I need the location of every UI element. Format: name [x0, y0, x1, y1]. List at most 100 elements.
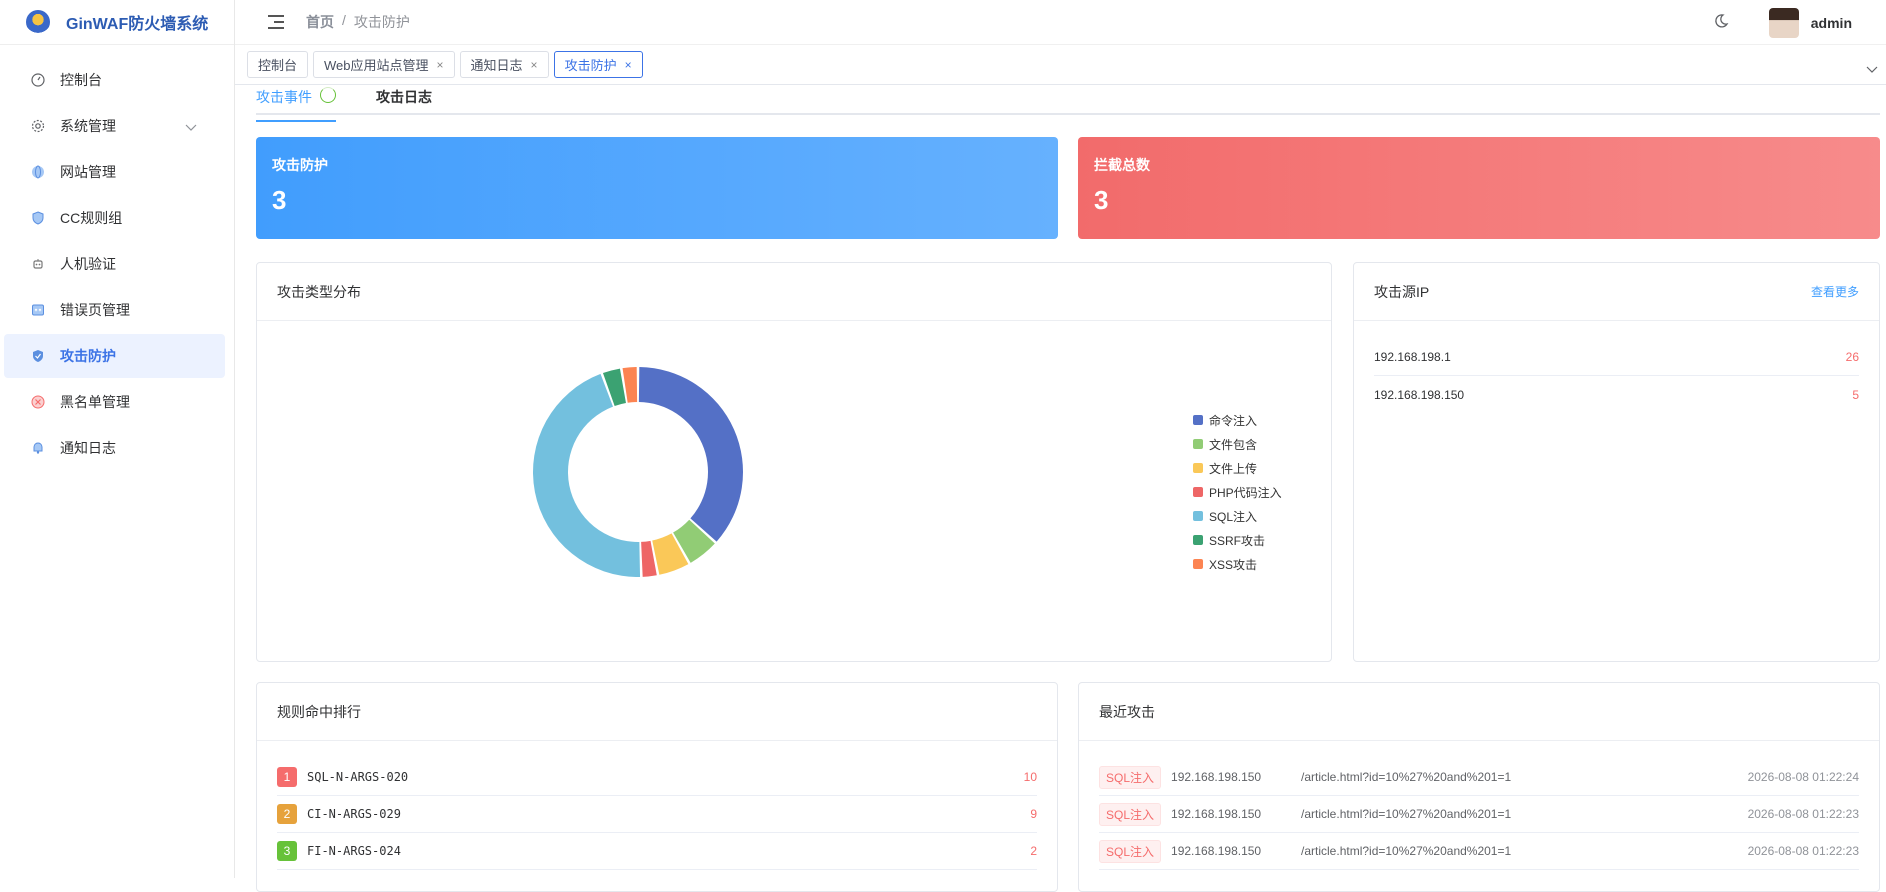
sidebar-item-error-pages[interactable]: 错误页管理 [4, 288, 225, 332]
pie-slice[interactable] [638, 367, 743, 542]
sidebar-item-system[interactable]: 系统管理 [4, 104, 225, 148]
card-title: 规则命中排行 [277, 703, 361, 720]
subtabs: 攻击事件 攻击日志 [256, 85, 1880, 122]
sidebar-item-notify-log[interactable]: 通知日志 [4, 426, 225, 470]
legend-label: XSS攻击 [1209, 557, 1258, 572]
sidebar-item-label: 控制台 [60, 72, 102, 88]
view-more-link[interactable]: 查看更多 [1811, 283, 1859, 300]
list-item[interactable]: 192.168.198.150 5 [1374, 376, 1859, 413]
breadcrumb-separator: / [342, 12, 346, 28]
rule-id: SQL-N-ARGS-020 [307, 770, 409, 784]
close-icon[interactable]: × [437, 58, 444, 72]
gear-icon [30, 118, 46, 134]
rule-id: CI-N-ARGS-029 [307, 807, 401, 821]
legend-item[interactable]: XSS攻击 [1193, 552, 1282, 576]
attack-time: 2026-08-08 01:22:23 [1747, 844, 1859, 858]
rank-badge: 2 [277, 804, 297, 824]
attack-ip: 192.168.198.150 [1171, 770, 1262, 784]
username[interactable]: admin [1811, 15, 1852, 31]
menu-toggle-icon[interactable] [268, 15, 284, 29]
sidebar-item-dashboard[interactable]: 控制台 [4, 58, 225, 102]
legend-label: 文件上传 [1209, 461, 1258, 476]
rule-count: 2 [1030, 844, 1037, 858]
stat-card-protection: 攻击防护 3 [256, 137, 1058, 239]
rule-count: 10 [1023, 770, 1037, 784]
list-item[interactable]: 192.168.198.1 26 [1374, 339, 1859, 376]
sidebar-item-captcha[interactable]: 人机验证 [4, 242, 225, 286]
legend-item[interactable]: 文件包含 [1193, 432, 1282, 456]
sidebar-menu: 控制台 系统管理 网站管理 CC规则组 人机验证 错误页管理 攻击防护 黑名单管… [0, 45, 234, 470]
ip-address: 192.168.198.150 [1374, 387, 1465, 402]
legend-item[interactable]: SSRF攻击 [1193, 528, 1282, 552]
stat-row: 攻击防护 3 拦截总数 3 [256, 137, 1880, 239]
sidebar-item-website[interactable]: 网站管理 [4, 150, 225, 194]
card-header: 攻击类型分布 [257, 263, 1331, 321]
legend-item[interactable]: 文件上传 [1193, 456, 1282, 480]
ip-count: 26 [1845, 350, 1859, 364]
header-right: admin [1713, 0, 1852, 45]
sidebar-item-label: 人机验证 [60, 256, 116, 272]
attack-url: /article.html?id=10%27%20and%201=1 [1301, 807, 1512, 821]
legend-swatch [1193, 463, 1203, 473]
sidebar-item-blacklist[interactable]: 黑名单管理 [4, 380, 225, 424]
app-title: GinWAF防火墙系统 [66, 16, 209, 33]
legend-item[interactable]: 命令注入 [1193, 408, 1282, 432]
rank-badge: 3 [277, 841, 297, 861]
sidebar-item-cc-rules[interactable]: CC规则组 [4, 196, 225, 240]
logo[interactable]: GinWAF防火墙系统 [0, 0, 234, 45]
attack-time: 2026-08-08 01:22:23 [1747, 807, 1859, 821]
sidebar-item-label: 黑名单管理 [60, 394, 130, 410]
donut-chart [532, 367, 743, 577]
rule-id: FI-N-ARGS-024 [307, 844, 401, 858]
breadcrumb: 首页 / 攻击防护 [306, 12, 410, 32]
attack-ip: 192.168.198.150 [1171, 807, 1262, 821]
tag-website-manage[interactable]: Web应用站点管理 × [313, 51, 455, 78]
ip-list: 192.168.198.1 26 192.168.198.150 5 [1354, 321, 1879, 413]
rank-badge: 1 [277, 767, 297, 787]
block-icon [30, 394, 46, 410]
sidebar-item-attack-protection[interactable]: 攻击防护 [4, 334, 225, 378]
table-row[interactable]: SQL注入 192.168.198.150/article.html?id=10%… [1099, 759, 1859, 796]
legend-label: 文件包含 [1209, 437, 1258, 452]
attack-type-card: 攻击类型分布 命令注入文件包含文件上传 PHP代码注入 SQL注入 SSRF攻击 XSS… [256, 262, 1332, 662]
bell-icon [30, 440, 46, 456]
close-icon[interactable]: × [531, 58, 538, 72]
legend-swatch [1193, 511, 1203, 521]
attack-time: 2026-08-08 01:22:24 [1747, 770, 1859, 784]
list-item[interactable]: 1 SQL-N-ARGS-020 10 [277, 759, 1037, 796]
avatar[interactable] [1768, 7, 1799, 38]
tab-attack-events[interactable]: 攻击事件 [256, 85, 336, 122]
close-icon[interactable]: × [625, 58, 632, 72]
stat-label: 攻击防护 [272, 157, 328, 173]
list-item[interactable]: 2 CI-N-ARGS-029 9 [277, 796, 1037, 833]
globe-icon [30, 164, 46, 180]
chart-legend: 命令注入文件包含文件上传 PHP代码注入 SQL注入 SSRF攻击 XSS攻击 [1193, 408, 1282, 576]
attack-ip: 192.168.198.150 [1171, 844, 1262, 858]
ip-address: 192.168.198.1 [1374, 350, 1451, 364]
tag-attack-protection[interactable]: 攻击防护 × [553, 51, 643, 78]
recent-attacks-card: 最近攻击 SQL注入 192.168.198.150/article.html?i… [1078, 682, 1880, 892]
attack-url: /article.html?id=10%27%20and%201=1 [1301, 770, 1512, 784]
breadcrumb-home[interactable]: 首页 [306, 12, 334, 32]
list-item[interactable]: 3 FI-N-ARGS-024 2 [277, 833, 1037, 870]
tag-notify-log[interactable]: 通知日志 × [459, 51, 549, 78]
sidebar-item-label: 攻击防护 [60, 348, 116, 364]
stat-value: 3 [1094, 185, 1109, 215]
shield-check-icon [30, 348, 46, 364]
sidebar-item-label: 错误页管理 [60, 302, 130, 318]
chevron-down-icon[interactable] [1866, 61, 1878, 77]
legend-item[interactable]: SQL注入 [1193, 504, 1282, 528]
dark-mode-toggle-icon[interactable] [1713, 13, 1729, 32]
legend-item[interactable]: PHP代码注入 [1193, 480, 1282, 504]
tab-attack-log[interactable]: 攻击日志 [376, 85, 432, 113]
table-row[interactable]: SQL注入 192.168.198.150/article.html?id=10%… [1099, 833, 1859, 870]
tab-label: 攻击日志 [376, 89, 432, 105]
legend-swatch [1193, 415, 1203, 425]
table-row[interactable]: SQL注入 192.168.198.150/article.html?id=10%… [1099, 796, 1859, 833]
card-header: 攻击源IP 查看更多 [1354, 263, 1879, 321]
pie-slice[interactable] [532, 373, 641, 577]
attack-type-badge: SQL注入 [1099, 839, 1162, 863]
legend-label: PHP代码注入 [1209, 485, 1282, 500]
tag-dashboard[interactable]: 控制台 [247, 51, 309, 78]
loading-icon [320, 87, 336, 103]
